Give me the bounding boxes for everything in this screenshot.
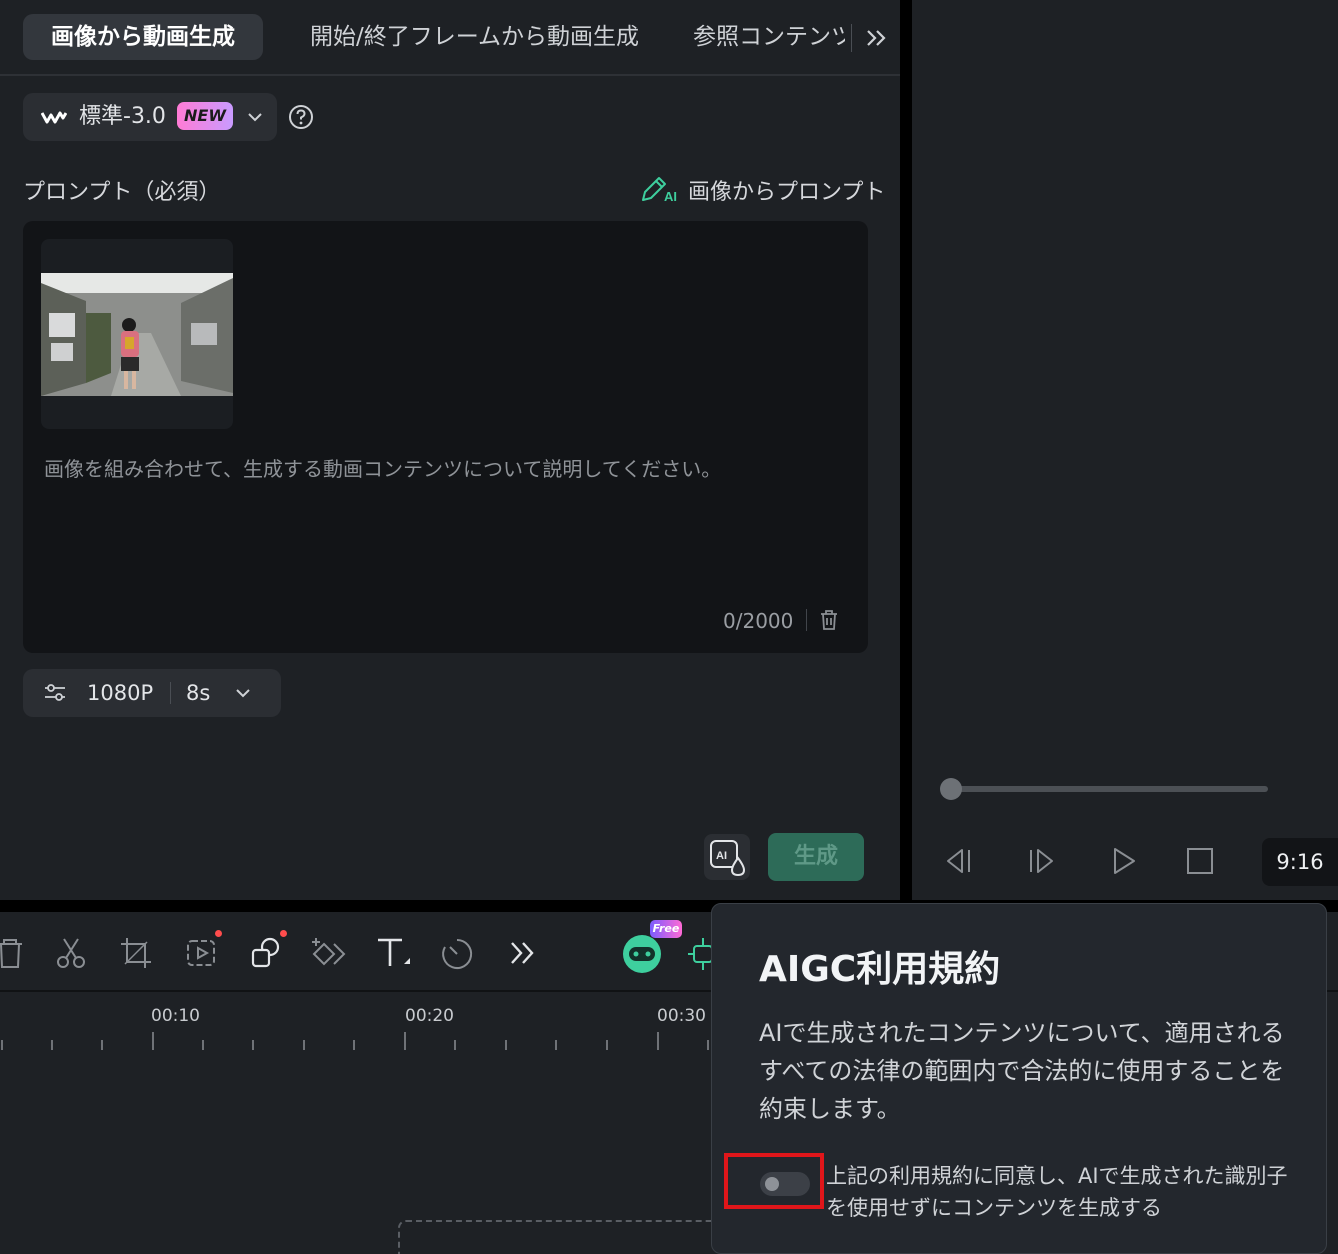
play-icon[interactable] <box>1106 844 1140 878</box>
agree-text: 上記の利用規約に同意し、AIで生成された識別子を使用せずにコンテンツを生成する <box>826 1164 1288 1220</box>
popup-title: AIGC利用規約 <box>759 949 1001 990</box>
prompt-label: プロンプト（必須） <box>23 180 221 205</box>
next-frame-icon[interactable] <box>1024 844 1058 878</box>
double-chevron-right-icon[interactable] <box>504 934 542 972</box>
prompt-input-placeholder: 画像を組み合わせて、生成する動画コンテンツについて説明してください。 <box>44 457 722 481</box>
delete-icon[interactable] <box>0 934 30 972</box>
ai-edit-icon[interactable] <box>183 934 221 972</box>
svg-text:AI: AI <box>664 189 677 204</box>
prompt-box[interactable]: 画像を組み合わせて、生成する動画コンテンツについて説明してください。 0/200… <box>23 221 868 653</box>
notification-dot <box>215 930 222 937</box>
output-settings-button[interactable]: 1080P 8s <box>23 669 281 717</box>
svg-text:AI: AI <box>716 850 727 862</box>
crop-icon[interactable] <box>117 934 155 972</box>
shapes-icon[interactable] <box>248 934 286 972</box>
ai-watermark-icon[interactable]: AI <box>704 834 750 880</box>
mode-tabs: 画像から動画生成 開始/終了フレームから動画生成 参照コンテンツが <box>0 0 900 76</box>
generate-button[interactable]: 生成 <box>768 833 864 881</box>
uploaded-image-thumbnail <box>41 273 233 396</box>
aspect-ratio-badge[interactable]: 9:16 <box>1262 838 1338 886</box>
ai-pen-icon[interactable]: AI <box>640 174 680 204</box>
sliders-icon <box>45 684 65 701</box>
toggle-highlight <box>724 1153 824 1209</box>
notification-dot <box>280 930 287 937</box>
resolution-value: 1080P <box>87 681 154 705</box>
free-badge: Free <box>650 920 682 938</box>
uploaded-image-card[interactable] <box>41 239 233 429</box>
chevron-down-icon <box>248 113 262 122</box>
scrubber-handle[interactable] <box>940 778 962 800</box>
image-to-prompt-link[interactable]: 画像からプロンプト <box>688 174 885 206</box>
aigc-terms-popup: AIGC利用規約 AIで生成されたコンテンツについて、適用されるすべての法律の範… <box>711 903 1327 1254</box>
left-panel: 画像から動画生成 開始/終了フレームから動画生成 参照コンテンツが 標準-3.0… <box>0 0 900 900</box>
help-icon[interactable] <box>288 104 314 130</box>
previous-frame-icon[interactable] <box>942 844 976 878</box>
speed-timer-icon[interactable] <box>438 934 476 972</box>
tab-divider <box>851 24 852 52</box>
count-divider <box>806 609 807 631</box>
chevron-down-icon <box>236 689 250 698</box>
toggle-knob <box>765 1177 779 1191</box>
popup-body: AIで生成されたコンテンツについて、適用されるすべての法律の範囲内で合法的に使用… <box>759 1019 1285 1123</box>
settings-divider <box>170 682 171 704</box>
scissors-icon[interactable] <box>52 934 90 972</box>
new-badge: NEW <box>177 102 233 130</box>
timeline-label: 00:20 <box>405 1006 454 1026</box>
stop-icon[interactable] <box>1183 844 1217 878</box>
timeline-label: 00:10 <box>151 1006 200 1026</box>
char-count: 0/2000 <box>723 609 794 633</box>
model-name: 標準-3.0 <box>79 104 166 129</box>
trash-icon[interactable] <box>819 609 839 631</box>
tab-image-to-video[interactable]: 画像から動画生成 <box>23 14 263 60</box>
tab-start-end-frame[interactable]: 開始/終了フレームから動画生成 <box>310 14 639 60</box>
ai-robot-icon[interactable] <box>620 932 664 976</box>
preview-panel: 9:16 <box>912 0 1338 900</box>
text-icon[interactable] <box>374 934 412 972</box>
agree-toggle[interactable] <box>760 1172 810 1196</box>
duration-value: 8s <box>186 681 211 705</box>
wondershare-logo-icon <box>41 111 67 124</box>
playback-scrubber[interactable] <box>952 786 1268 792</box>
double-chevron-right-icon[interactable] <box>862 22 890 54</box>
tab-reference-content[interactable]: 参照コンテンツが <box>693 14 845 60</box>
model-selector[interactable]: 標準-3.0 NEW <box>23 93 277 141</box>
keyframe-icon[interactable] <box>310 934 348 972</box>
timeline-label: 00:30 <box>657 1006 706 1026</box>
